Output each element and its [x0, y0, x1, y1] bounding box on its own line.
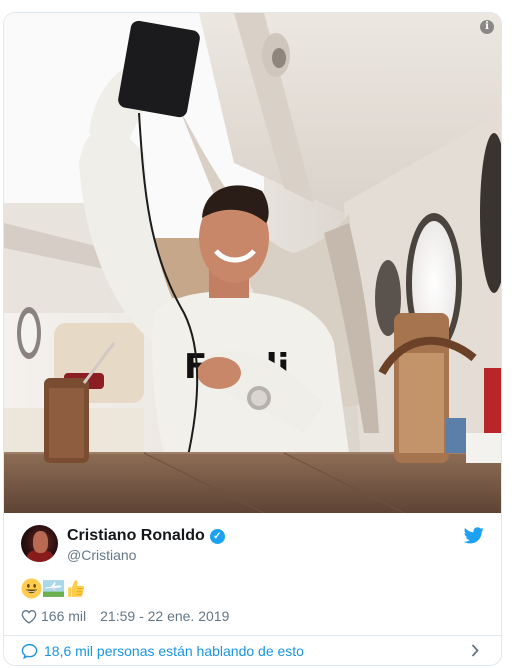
tweet-photo[interactable]: Fendi — [4, 13, 501, 513]
author-display-name-row[interactable]: Cristiano Ronaldo ✓ — [67, 527, 225, 545]
tweet-text — [21, 576, 86, 600]
heart-icon[interactable] — [21, 609, 37, 624]
thumbs-up-emoji — [68, 579, 85, 597]
info-icon[interactable]: i — [480, 20, 494, 34]
conversation-link[interactable]: 18,6 mil personas están hablando de esto — [4, 636, 501, 665]
twitter-bird-icon[interactable] — [464, 527, 484, 544]
tweet-meta: 166 mil 21:59 - 22 ene. 2019 — [21, 606, 229, 626]
author-names: Cristiano Ronaldo ✓ @Cristiano — [67, 527, 225, 563]
grinning-face-emoji — [21, 578, 42, 598]
comment-bubble-icon — [21, 643, 38, 659]
avatar-face — [33, 531, 48, 553]
verified-badge-icon: ✓ — [209, 528, 225, 544]
author-display-name[interactable]: Cristiano Ronaldo — [67, 527, 205, 545]
conversation-count-text: 18,6 mil personas están hablando de esto — [44, 642, 304, 659]
tweet-author[interactable]: Cristiano Ronaldo ✓ @Cristiano — [21, 525, 484, 565]
author-handle[interactable]: @Cristiano — [67, 547, 225, 563]
chevron-right-icon — [471, 644, 479, 657]
photo-selfie-in-jet: Fendi — [4, 13, 501, 513]
tweet-timestamp[interactable]: 21:59 - 22 ene. 2019 — [100, 608, 229, 624]
airplane-emoji — [43, 579, 64, 597]
like-count[interactable]: 166 mil — [41, 608, 86, 624]
avatar[interactable] — [21, 525, 58, 562]
tweet-card[interactable]: Fendi — [3, 12, 502, 666]
